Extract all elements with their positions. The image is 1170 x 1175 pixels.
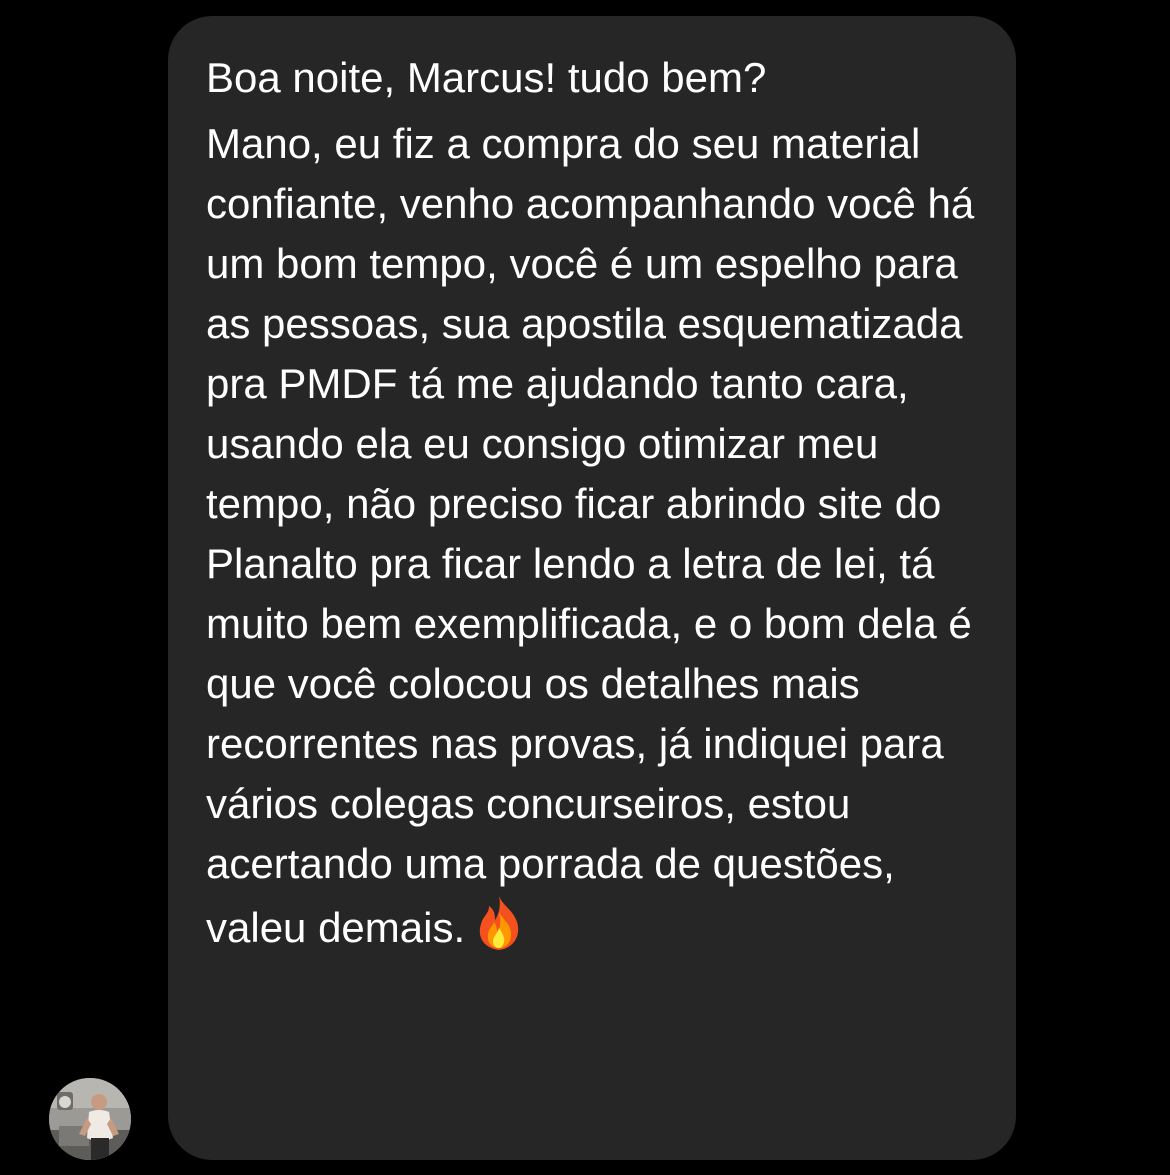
profile-photo-icon [49, 1078, 131, 1160]
fire-emoji-icon [479, 896, 519, 950]
chat-thread: Boa noite, Marcus! tudo bem? Mano, eu fi… [0, 0, 1170, 1175]
message-body: Mano, eu fiz a compra do seu material co… [206, 114, 986, 958]
message-body-text: Mano, eu fiz a compra do seu material co… [206, 120, 975, 951]
message-bubble[interactable]: Boa noite, Marcus! tudo bem? Mano, eu fi… [168, 16, 1016, 1160]
message-greeting: Boa noite, Marcus! tudo bem? [206, 54, 767, 101]
sender-avatar[interactable] [49, 1078, 131, 1160]
